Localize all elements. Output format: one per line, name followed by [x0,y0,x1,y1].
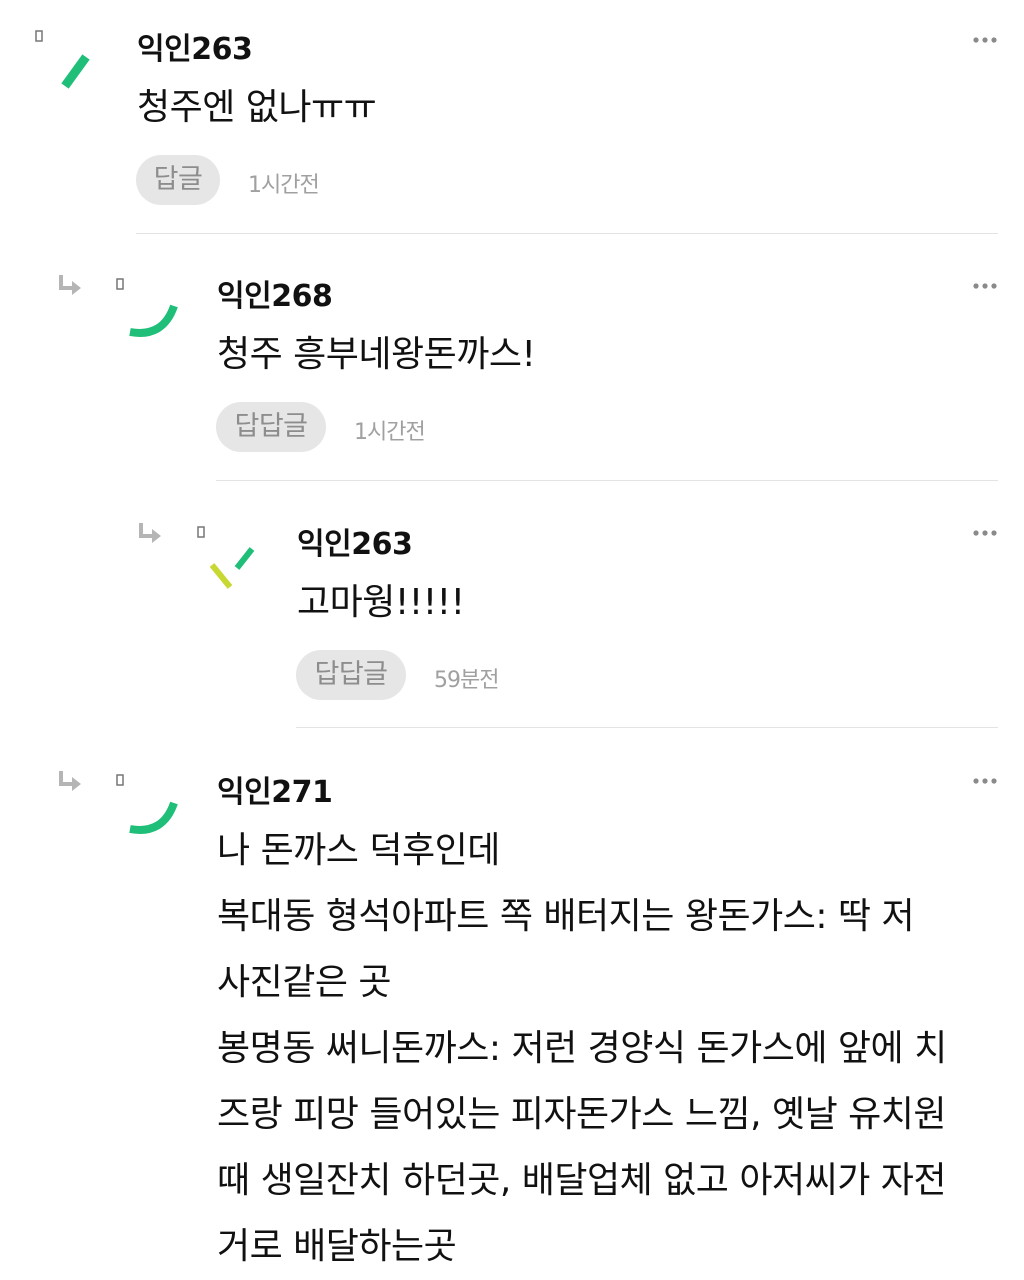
comment-line: 즈랑 피망 들어있는 피자돈가스 느낌, 옛날 유치원 [217,1094,947,1135]
comment-line: 복대동 형석아파트 쪽 배터지는 왕돈가스: 딱 저 [217,896,915,937]
comment-line: 거로 배달하는곳 [217,1226,457,1267]
comment-body: 나 돈까스 덕후인데 복대동 형석아파트 쪽 배터지는 왕돈가스: 딱 저 사진… [217,818,947,1280]
comment-line: 때 생일잔치 하던곳, 배달업체 없고 아저씨가 자전 [217,1160,947,1201]
comment-line: 사진같은 곳 [217,962,392,1003]
reply-arrow-icon [59,771,81,791]
comment-line: 나 돈까스 덕후인데 [217,830,500,871]
more-options-icon[interactable] [970,775,1000,787]
comment-line: 봉명동 써니돈까스: 저런 경양식 돈가스에 앞에 치 [217,1028,947,1069]
comment-author[interactable]: 익인271 [217,767,333,811]
green-arc-avatar-icon[interactable] [120,777,190,847]
comment-4: 익인271 나 돈까스 덕후인데 복대동 형석아파트 쪽 배터지는 왕돈가스: … [0,0,1024,1277]
